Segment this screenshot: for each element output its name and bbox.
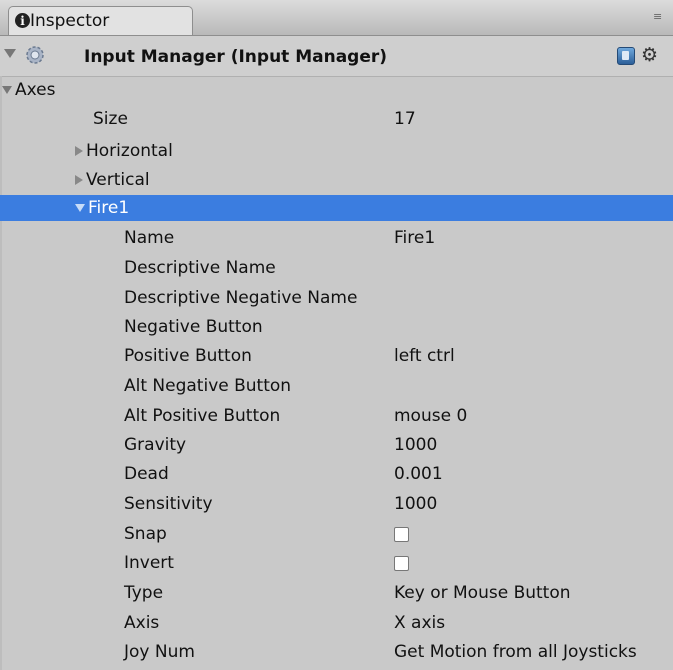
property-label: Invert [124,553,174,573]
size-row: Size 17 [0,105,673,134]
axis-item-vertical[interactable]: Vertical [0,166,673,195]
property-row: Positive Button left ctrl [0,342,673,371]
positive-button-field[interactable]: left ctrl [394,342,455,371]
property-label: Joy Num [124,642,195,662]
property-row: Descriptive Name [0,254,673,283]
property-label: Axis [124,613,160,633]
axis-item-horizontal[interactable]: Horizontal [0,137,673,166]
property-row: Alt Negative Button [0,372,673,401]
property-row: Name Fire1 [0,224,673,253]
property-row: Negative Button [0,313,673,342]
axis-dropdown[interactable]: X axis [394,609,445,638]
size-field[interactable]: 17 [394,105,416,134]
alt-positive-button-field[interactable]: mouse 0 [394,402,467,431]
name-field[interactable]: Fire1 [394,224,435,253]
collapse-arrow-icon[interactable] [4,49,16,58]
property-label: Descriptive Name [124,258,276,278]
info-icon: i [15,13,30,28]
property-row: Axis X axis [0,609,673,638]
property-row: Dead 0.001 [0,460,673,489]
property-label: Positive Button [124,346,252,366]
fold-down-icon[interactable] [75,204,85,212]
settings-icon[interactable]: ⚙ [641,44,658,66]
property-row: Type Key or Mouse Button [0,579,673,608]
property-label: Dead [124,464,169,484]
property-label: Descriptive Negative Name [124,288,358,308]
snap-checkbox[interactable] [394,527,409,542]
component-title: Input Manager (Input Manager) [84,47,388,67]
property-label: Alt Positive Button [124,406,281,426]
axes-label: Axes [15,80,56,100]
component-header: Input Manager (Input Manager) ⚙ [0,36,673,77]
axis-item-fire1[interactable]: Fire1 [0,195,673,221]
property-row: Snap [0,520,673,549]
type-dropdown[interactable]: Key or Mouse Button [394,579,571,608]
property-label: Negative Button [124,317,263,337]
sensitivity-field[interactable]: 1000 [394,490,437,519]
fold-right-icon[interactable] [75,146,83,156]
help-book-icon[interactable] [617,47,635,65]
property-label: Gravity [124,435,187,455]
axis-item-label: Vertical [86,170,150,190]
property-label: Sensitivity [124,494,213,514]
property-row: Alt Positive Button mouse 0 [0,402,673,431]
property-label: Snap [124,524,167,544]
axis-item-label: Fire1 [88,198,130,218]
tab-menu-icon[interactable]: ≡ [653,10,662,23]
property-row: Joy Num Get Motion from all Joysticks [0,638,673,667]
joy-num-dropdown[interactable]: Get Motion from all Joysticks [394,638,637,667]
fold-down-icon[interactable] [2,86,12,94]
size-label: Size [93,109,128,129]
property-row: Descriptive Negative Name [0,284,673,313]
property-label: Name [124,228,175,248]
tab-bar: i Inspector ≡ [0,0,673,36]
tab-inspector[interactable]: i Inspector [8,6,193,35]
invert-checkbox[interactable] [394,556,409,571]
property-label: Alt Negative Button [124,376,292,396]
tab-title: Inspector [30,11,110,31]
gear-icon [26,46,44,64]
property-row: Gravity 1000 [0,431,673,460]
axis-item-label: Horizontal [86,141,173,161]
axes-row[interactable]: Axes [0,76,673,105]
property-row: Invert [0,549,673,578]
gravity-field[interactable]: 1000 [394,431,437,460]
fold-right-icon[interactable] [75,175,83,185]
dead-field[interactable]: 0.001 [394,460,443,489]
property-label: Type [124,583,164,603]
property-row: Sensitivity 1000 [0,490,673,519]
